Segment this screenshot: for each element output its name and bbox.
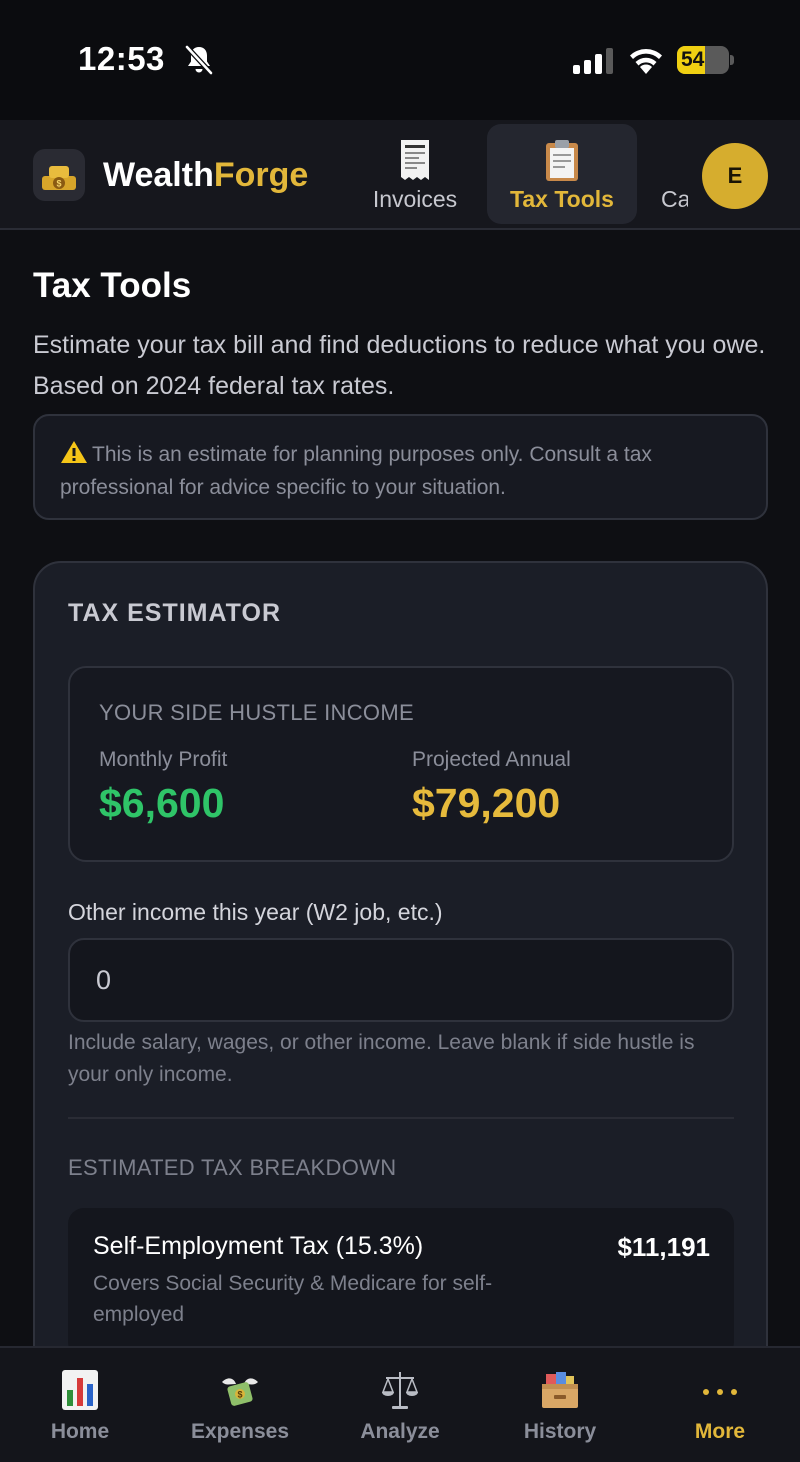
page-description: Estimate your tax bill and find deductio… bbox=[33, 331, 766, 400]
clipboard-icon bbox=[546, 140, 578, 181]
tab-tax-tools-label: Tax Tools bbox=[510, 186, 614, 212]
page-title: Tax Tools bbox=[33, 266, 192, 305]
nav-history-label: History bbox=[523, 1420, 597, 1443]
monthly-profit: Monthly Profit $6,600 bbox=[99, 748, 227, 827]
svg-text:$: $ bbox=[237, 1390, 242, 1400]
brand-name[interactable]: WealthForge bbox=[103, 156, 308, 195]
nav-expenses[interactable]: $ Expenses bbox=[160, 1348, 320, 1462]
income-header: YOUR SIDE HUSTLE INCOME bbox=[99, 700, 414, 725]
svg-text:$: $ bbox=[56, 179, 61, 189]
receipt-icon bbox=[401, 140, 429, 180]
tab-partial[interactable]: Ca bbox=[650, 124, 688, 224]
warning-icon bbox=[61, 441, 87, 463]
bar-chart-icon bbox=[62, 1370, 98, 1410]
projected-annual-label: Projected Annual bbox=[412, 748, 571, 771]
battery-indicator: 54 bbox=[677, 46, 735, 74]
card-title: TAX ESTIMATOR bbox=[68, 599, 281, 627]
logo-icon[interactable]: $ bbox=[33, 149, 85, 201]
wifi-icon bbox=[630, 49, 662, 74]
brand-main: Wealth bbox=[103, 156, 214, 194]
more-dots-icon bbox=[703, 1389, 737, 1395]
tax-row-self-employment: Self-Employment Tax (15.3%) $11,191 Cove… bbox=[68, 1208, 734, 1358]
projected-annual-value: $79,200 bbox=[412, 780, 561, 826]
tab-tax-tools[interactable]: Tax Tools bbox=[487, 124, 637, 224]
monthly-profit-label: Monthly Profit bbox=[99, 748, 228, 771]
nav-analyze[interactable]: Analyze bbox=[320, 1348, 480, 1462]
monthly-profit-value: $6,600 bbox=[99, 780, 225, 826]
bottom-nav: Home $ Expenses Analyze History More bbox=[0, 1346, 800, 1462]
tax-row-description: Covers Social Security & Medicare for se… bbox=[93, 1272, 493, 1326]
nav-expenses-label: Expenses bbox=[190, 1420, 290, 1443]
other-income-input[interactable] bbox=[68, 938, 734, 1022]
nav-more-label: More bbox=[694, 1420, 746, 1443]
nav-more[interactable]: More bbox=[640, 1348, 800, 1462]
other-income-help: Include salary, wages, or other income. … bbox=[68, 1031, 695, 1086]
side-hustle-income-box: YOUR SIDE HUSTLE INCOME Monthly Profit $… bbox=[68, 666, 734, 862]
other-income-label: Other income this year (W2 job, etc.) bbox=[68, 899, 443, 925]
app-header: $ WealthForge Invoices Tax Tools Ca E bbox=[0, 120, 800, 230]
nav-history[interactable]: History bbox=[480, 1348, 640, 1462]
scales-icon bbox=[381, 1372, 419, 1409]
avatar[interactable]: E bbox=[702, 143, 768, 209]
brand-accent: Forge bbox=[213, 156, 309, 194]
money-wings-icon: $ bbox=[222, 1378, 258, 1406]
card-file-box-icon bbox=[542, 1372, 578, 1408]
tax-row-amount: $11,191 bbox=[617, 1232, 710, 1262]
projected-annual: Projected Annual $79,200 bbox=[412, 748, 571, 827]
tab-invoices-label: Invoices bbox=[372, 186, 458, 212]
nav-home[interactable]: Home bbox=[0, 1348, 160, 1462]
bell-muted-icon bbox=[185, 45, 213, 75]
warning-notice: This is an estimate for planning purpose… bbox=[33, 414, 768, 520]
divider bbox=[68, 1117, 734, 1119]
signal-icon bbox=[573, 48, 613, 74]
breakdown-header: ESTIMATED TAX BREAKDOWN bbox=[68, 1155, 397, 1180]
warning-text: This is an estimate for planning purpose… bbox=[60, 443, 652, 499]
tab-invoices[interactable]: Invoices bbox=[360, 124, 470, 224]
status-time: 12:53 bbox=[78, 40, 165, 77]
status-bar: 12:53 54 bbox=[0, 0, 800, 120]
tax-row-title: Self-Employment Tax (15.3%) bbox=[93, 1232, 424, 1260]
tab-partial-label: Ca bbox=[661, 186, 688, 212]
tax-estimator-card: TAX ESTIMATOR YOUR SIDE HUSTLE INCOME Mo… bbox=[33, 561, 768, 1401]
battery-level: 54 bbox=[681, 48, 705, 71]
nav-analyze-label: Analyze bbox=[360, 1420, 440, 1443]
nav-home-label: Home bbox=[50, 1420, 110, 1443]
